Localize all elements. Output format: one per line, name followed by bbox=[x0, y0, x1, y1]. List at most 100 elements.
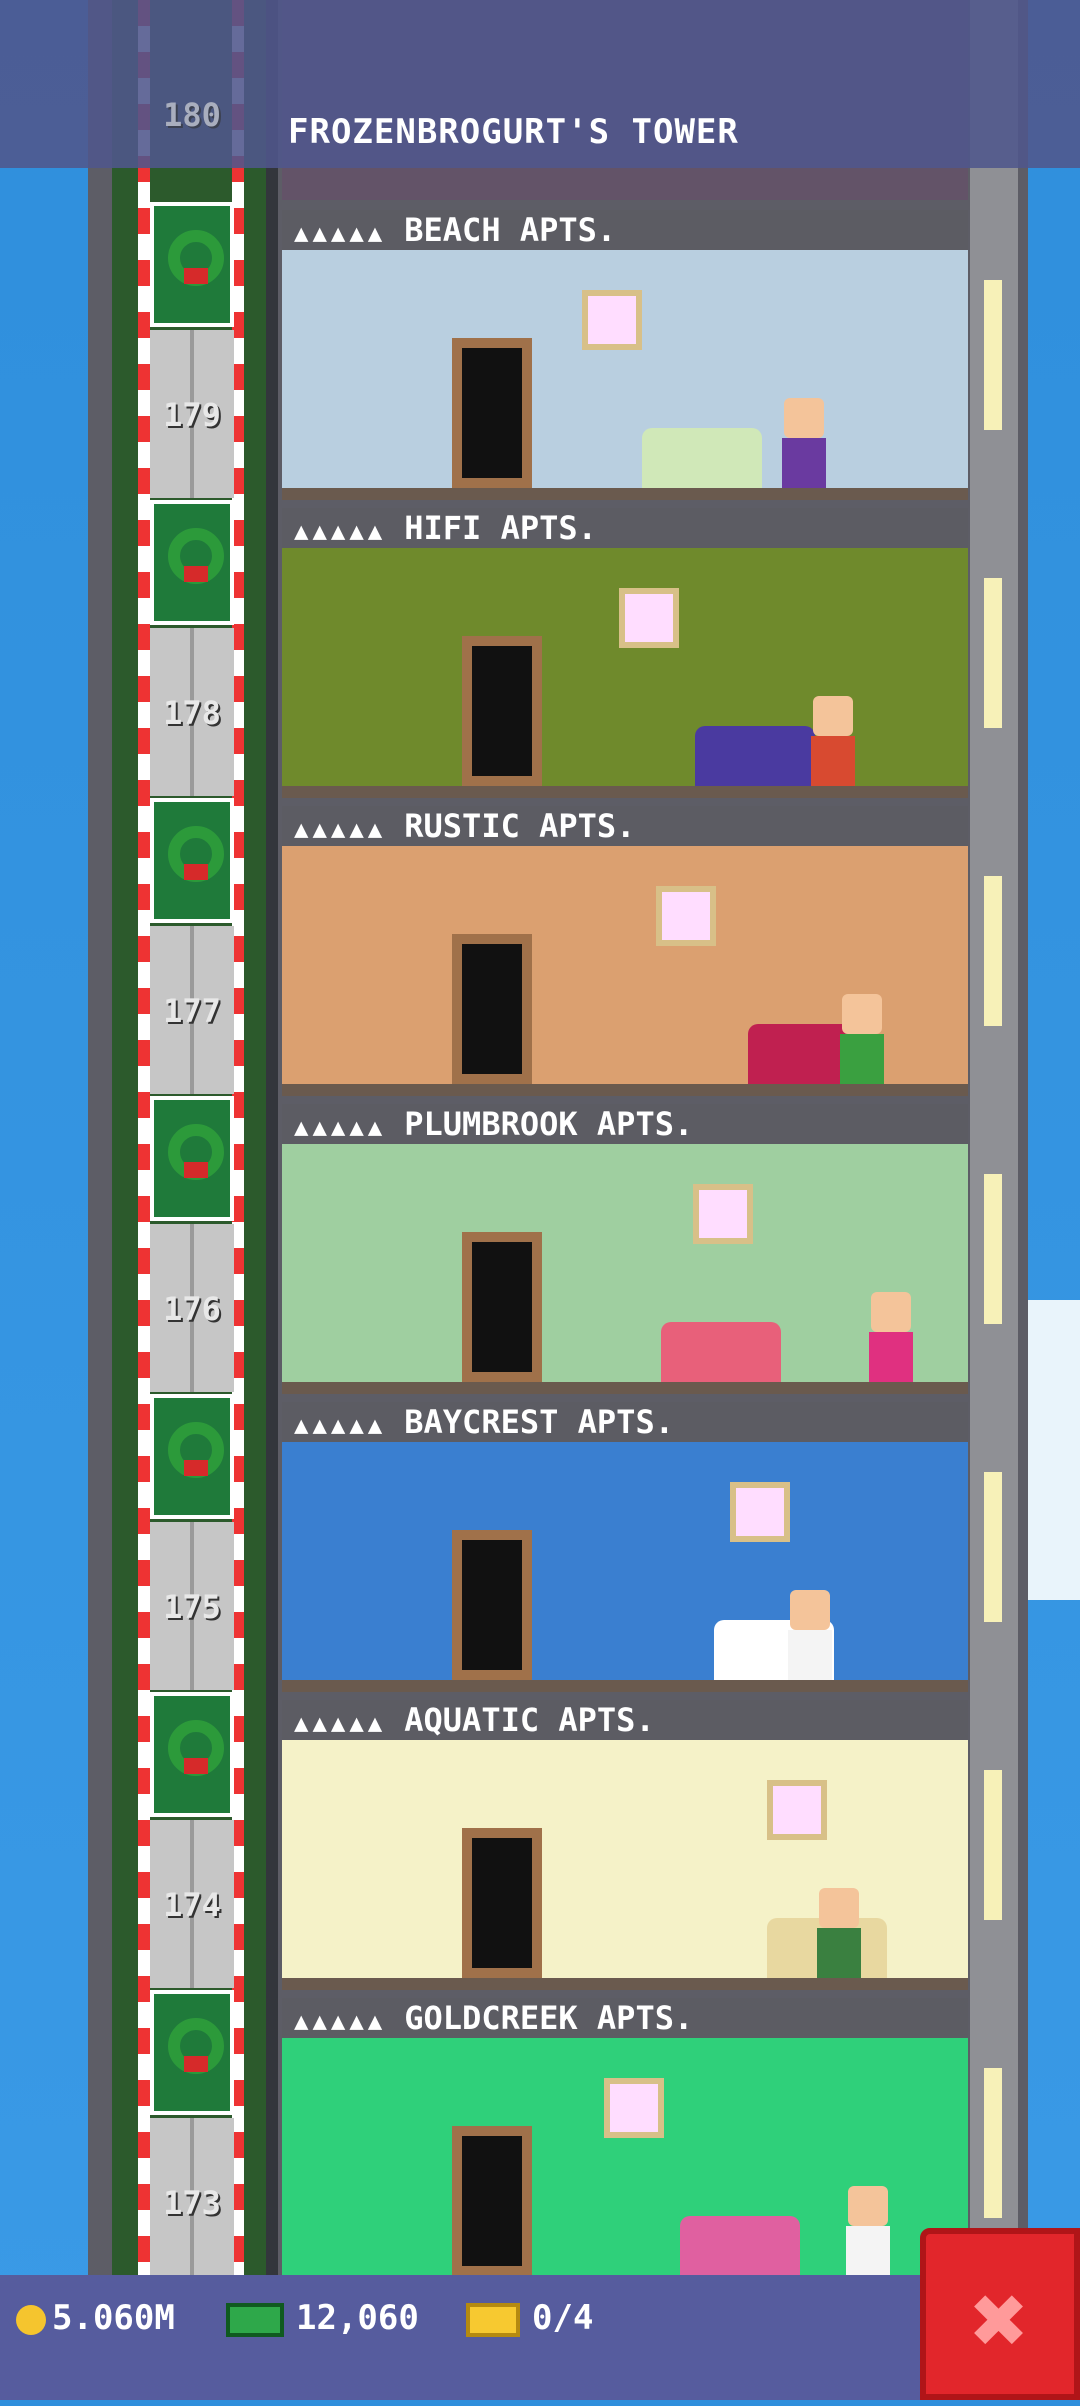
window-light bbox=[984, 578, 1002, 728]
close-icon: ✖ bbox=[971, 2264, 1029, 2376]
apartment-door bbox=[452, 1530, 532, 1680]
elevator-car[interactable] bbox=[150, 1096, 234, 1221]
wall-picture bbox=[604, 2078, 664, 2138]
floor-line bbox=[282, 1680, 968, 1692]
floor-175[interactable]: ▲▲▲▲▲ BAYCREST APTS. bbox=[282, 1402, 968, 1700]
floor-number: 174 bbox=[163, 1886, 221, 1924]
floor-178[interactable]: ▲▲▲▲▲ HIFI APTS. bbox=[282, 508, 968, 806]
tickets-value: 0/4 bbox=[532, 2298, 594, 2338]
floor-name: PLUMBROOK APTS. bbox=[404, 1105, 694, 1143]
star-rating: ▲▲▲▲▲ bbox=[294, 815, 387, 843]
floor-label: ▲▲▲▲▲ BAYCREST APTS. bbox=[282, 1402, 968, 1442]
tower-title: FROZENBROGURT'S TOWER bbox=[288, 112, 739, 152]
floor-name: BEACH APTS. bbox=[404, 211, 617, 249]
apartment-door bbox=[462, 1828, 542, 1978]
resident[interactable] bbox=[817, 1888, 861, 1978]
wall-picture bbox=[582, 290, 642, 350]
apartment-room bbox=[282, 2038, 968, 2288]
floor-number: 179 bbox=[163, 396, 221, 434]
star-rating: ▲▲▲▲▲ bbox=[294, 517, 387, 545]
resident[interactable] bbox=[846, 2186, 890, 2276]
tickets-display: 0/4 bbox=[466, 2296, 593, 2340]
resident[interactable] bbox=[782, 398, 826, 488]
elevator-car[interactable] bbox=[150, 202, 234, 327]
floor-line bbox=[282, 1978, 968, 1990]
floor-label: ▲▲▲▲▲ AQUATIC APTS. bbox=[282, 1700, 968, 1740]
floor-177[interactable]: ▲▲▲▲▲ RUSTIC APTS. bbox=[282, 806, 968, 1104]
apartment-room bbox=[282, 548, 968, 798]
support-pole bbox=[266, 0, 278, 2275]
elevator-car[interactable] bbox=[150, 1394, 234, 1519]
coin-icon bbox=[16, 2304, 46, 2335]
floor-line bbox=[282, 786, 968, 798]
ticket-icon bbox=[466, 2302, 520, 2337]
floor-173[interactable]: ▲▲▲▲▲ GOLDCREEK APTS. bbox=[282, 1998, 968, 2296]
star-rating: ▲▲▲▲▲ bbox=[294, 2007, 387, 2035]
floor-name: RUSTIC APTS. bbox=[404, 807, 636, 845]
resident[interactable] bbox=[840, 994, 884, 1084]
apartment-door bbox=[452, 934, 532, 1084]
elevator-car[interactable] bbox=[150, 1990, 234, 2115]
apartment-room bbox=[282, 1144, 968, 1394]
resident[interactable] bbox=[788, 1590, 832, 1680]
apartment-room bbox=[282, 846, 968, 1096]
floor-name: GOLDCREEK APTS. bbox=[404, 1999, 694, 2037]
bow-icon bbox=[184, 864, 208, 880]
wall-picture bbox=[730, 1482, 790, 1542]
bow-icon bbox=[184, 566, 208, 582]
floor-number: 178 bbox=[163, 694, 221, 732]
floor-number-top: 180 bbox=[163, 96, 221, 134]
furniture-sofa bbox=[695, 726, 815, 786]
window-light bbox=[984, 1174, 1002, 1324]
bow-icon bbox=[184, 1460, 208, 1476]
elevator-car[interactable] bbox=[150, 798, 234, 923]
coins-value: 5.060M bbox=[52, 2298, 175, 2338]
floor-number: 177 bbox=[163, 992, 221, 1030]
coins-display: 5.060M bbox=[16, 2296, 175, 2340]
floor-number: 175 bbox=[163, 1588, 221, 1626]
window-light bbox=[984, 1770, 1002, 1920]
star-rating: ▲▲▲▲▲ bbox=[294, 1411, 387, 1439]
floor-label: ▲▲▲▲▲ HIFI APTS. bbox=[282, 508, 968, 548]
apartment-door bbox=[462, 1232, 542, 1382]
furniture-sofa bbox=[642, 428, 762, 488]
floor-176[interactable]: ▲▲▲▲▲ PLUMBROOK APTS. bbox=[282, 1104, 968, 1402]
floor-label: ▲▲▲▲▲ PLUMBROOK APTS. bbox=[282, 1104, 968, 1144]
close-button[interactable]: ✖ bbox=[920, 2228, 1080, 2400]
bow-icon bbox=[184, 1162, 208, 1178]
wall-picture bbox=[767, 1780, 827, 1840]
floor-line bbox=[282, 1382, 968, 1394]
floor-name: AQUATIC APTS. bbox=[404, 1701, 655, 1739]
bow-icon bbox=[184, 1758, 208, 1774]
window-light bbox=[984, 2068, 1002, 2218]
star-rating: ▲▲▲▲▲ bbox=[294, 1113, 387, 1141]
bux-value: 12,060 bbox=[296, 2298, 419, 2338]
apartment-room bbox=[282, 250, 968, 500]
apartment-door bbox=[452, 338, 532, 488]
elevator-car[interactable] bbox=[150, 1692, 234, 1817]
floor-line bbox=[282, 1084, 968, 1096]
floor-line bbox=[282, 488, 968, 500]
floor-number: 173 bbox=[163, 2184, 221, 2222]
window-light bbox=[984, 876, 1002, 1026]
resident[interactable] bbox=[869, 1292, 913, 1382]
bow-icon bbox=[184, 268, 208, 284]
resident[interactable] bbox=[811, 696, 855, 786]
elevator-car[interactable] bbox=[150, 500, 234, 625]
floor-name: HIFI APTS. bbox=[404, 509, 597, 547]
floor-179[interactable]: ▲▲▲▲▲ BEACH APTS. bbox=[282, 210, 968, 508]
bux-icon bbox=[226, 2302, 284, 2337]
floor-number: 176 bbox=[163, 1290, 221, 1328]
cloud bbox=[1020, 1300, 1080, 1600]
furniture-sofa bbox=[680, 2216, 800, 2276]
star-rating: ▲▲▲▲▲ bbox=[294, 219, 387, 247]
floor-label: ▲▲▲▲▲ BEACH APTS. bbox=[282, 210, 968, 250]
apartment-room bbox=[282, 1740, 968, 1990]
elevator-rail-left bbox=[138, 0, 150, 2275]
wall-picture bbox=[693, 1184, 753, 1244]
floor-174[interactable]: ▲▲▲▲▲ AQUATIC APTS. bbox=[282, 1700, 968, 1998]
furniture-sofa bbox=[661, 1322, 781, 1382]
wall-picture bbox=[619, 588, 679, 648]
floor-label: ▲▲▲▲▲ GOLDCREEK APTS. bbox=[282, 1998, 968, 2038]
apartment-door bbox=[462, 636, 542, 786]
